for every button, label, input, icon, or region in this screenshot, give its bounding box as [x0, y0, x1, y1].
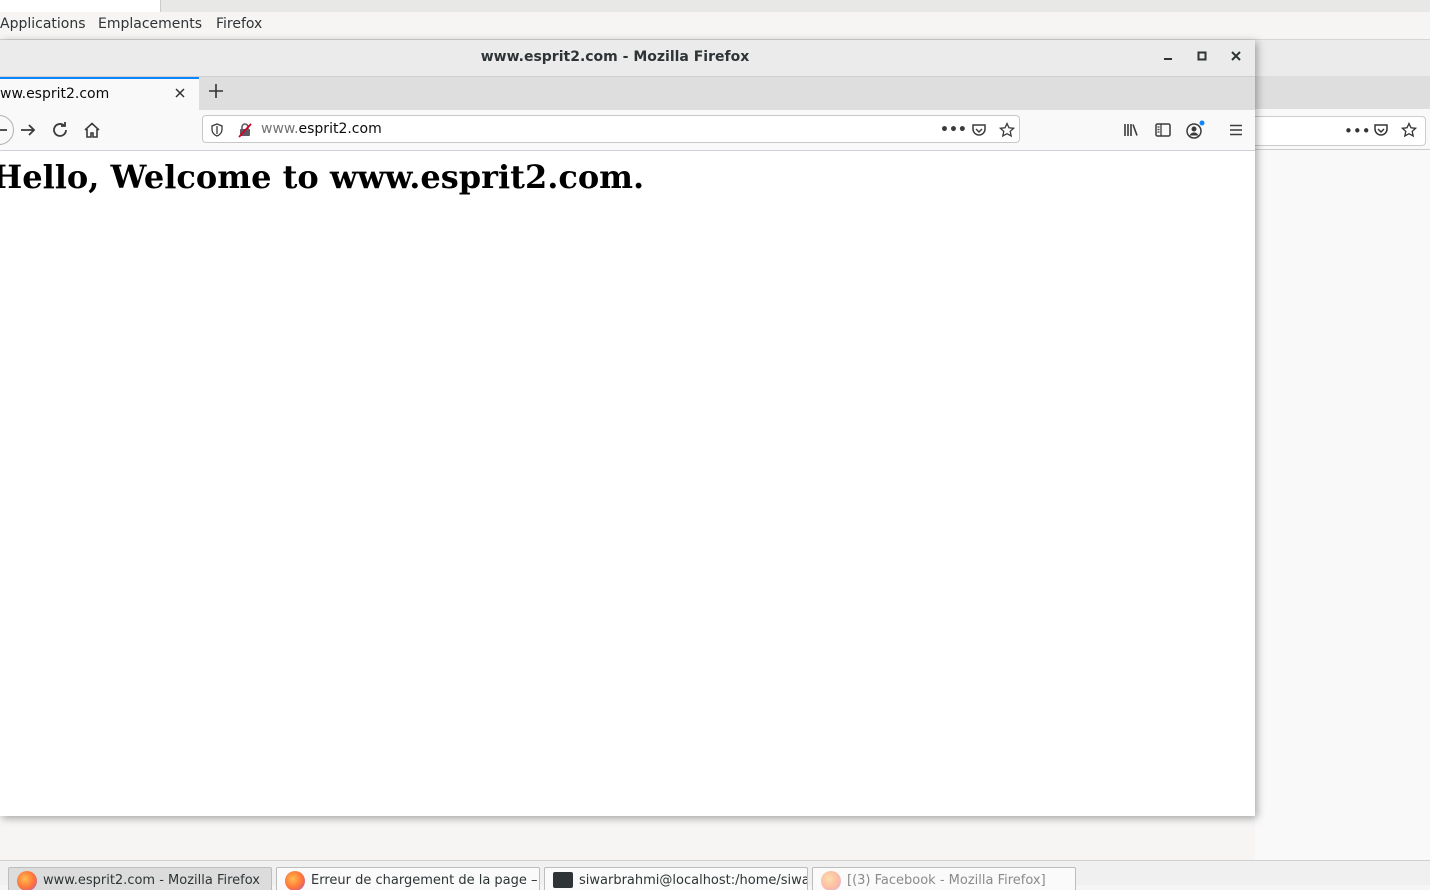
window-title: www.esprit2.com - Mozilla Firefox — [480, 49, 750, 65]
taskbar-item-terminal[interactable]: siwarbrahmi@localhost:/home/siwar — [544, 867, 808, 890]
maximize-icon — [1197, 51, 1207, 61]
tab-esprit2[interactable]: ww.esprit2.com — [0, 77, 199, 110]
reload-icon — [53, 122, 67, 137]
window-titlebar[interactable]: www.esprit2.com - Mozilla Firefox — [0, 40, 1255, 77]
background-firefox-window[interactable]: ••• — [1255, 40, 1430, 860]
firefox-icon — [17, 871, 37, 890]
firefox-icon — [285, 871, 305, 890]
url-domain: esprit2.com — [298, 121, 382, 137]
taskbar-item-esprit2[interactable]: www.esprit2.com - Mozilla Firefox — [8, 867, 272, 890]
account-icon[interactable] — [1183, 118, 1207, 142]
url-text: www.esprit2.com — [261, 121, 382, 137]
menu-applications[interactable]: Applications — [0, 16, 86, 32]
insecure-lock-icon[interactable] — [234, 119, 256, 141]
hamburger-menu-icon[interactable] — [1224, 118, 1248, 142]
background-pocket-icon[interactable] — [1373, 122, 1389, 142]
taskbar: www.esprit2.com - Mozilla Firefox Erreur… — [0, 860, 1430, 890]
arrow-left-icon — [0, 129, 7, 131]
taskbar-item-facebook[interactable]: [(3) Facebook - Mozilla Firefox] — [812, 867, 1076, 890]
tab-close-button[interactable] — [174, 84, 186, 103]
home-icon — [84, 122, 100, 138]
taskbar-item-error-page[interactable]: Erreur de chargement de la page – M — [276, 867, 540, 890]
close-window-button[interactable] — [1226, 48, 1246, 68]
minimize-button[interactable] — [1158, 48, 1178, 68]
star-icon[interactable] — [996, 119, 1018, 141]
maximize-button[interactable] — [1192, 48, 1212, 68]
background-tabstrip — [1255, 76, 1430, 109]
page-actions-more-icon[interactable]: ••• — [940, 119, 967, 141]
taskbar-item-label: siwarbrahmi@localhost:/home/siwar — [579, 873, 808, 888]
back-button[interactable] — [0, 115, 14, 145]
background-more-icon[interactable]: ••• — [1344, 122, 1371, 140]
minimize-icon — [1164, 58, 1172, 60]
arrow-right-icon — [21, 124, 36, 136]
taskbar-item-label: www.esprit2.com - Mozilla Firefox — [43, 873, 260, 888]
firefox-icon — [821, 871, 841, 890]
url-bar[interactable]: www.esprit2.com ••• — [202, 115, 1020, 143]
tab-strip: ww.esprit2.com — [0, 77, 1255, 110]
background-titlebar — [1255, 40, 1430, 76]
home-button[interactable] — [79, 117, 105, 143]
close-tab-icon — [175, 88, 185, 98]
background-tab[interactable] — [0, 0, 161, 12]
background-star-icon[interactable] — [1400, 121, 1418, 142]
menu-places[interactable]: Emplacements — [98, 16, 202, 32]
firefox-window: www.esprit2.com - Mozilla Firefox ww.esp… — [0, 40, 1255, 816]
reload-button[interactable] — [47, 117, 73, 143]
tab-title: ww.esprit2.com — [0, 86, 110, 102]
pocket-icon[interactable] — [968, 119, 990, 141]
close-icon — [1231, 51, 1241, 61]
page-content: Hello, Welcome to www.esprit2.com. — [0, 151, 1255, 816]
menu-firefox[interactable]: Firefox — [216, 16, 262, 32]
terminal-icon — [553, 872, 573, 888]
shield-icon[interactable] — [206, 119, 228, 141]
taskbar-item-label: [(3) Facebook - Mozilla Firefox] — [847, 873, 1046, 888]
taskbar-item-label: Erreur de chargement de la page – M — [311, 873, 540, 888]
library-icon[interactable] — [1119, 118, 1143, 142]
plus-icon — [209, 84, 223, 98]
forward-button[interactable] — [15, 117, 41, 143]
navigation-toolbar: www.esprit2.com ••• — [0, 110, 1255, 151]
new-tab-button[interactable] — [203, 80, 229, 106]
sidebar-icon[interactable] — [1151, 118, 1175, 142]
desktop-menubar: Applications Emplacements Firefox — [0, 12, 1430, 40]
url-prefix: www. — [261, 121, 299, 137]
page-heading: Hello, Welcome to www.esprit2.com. — [0, 158, 645, 196]
